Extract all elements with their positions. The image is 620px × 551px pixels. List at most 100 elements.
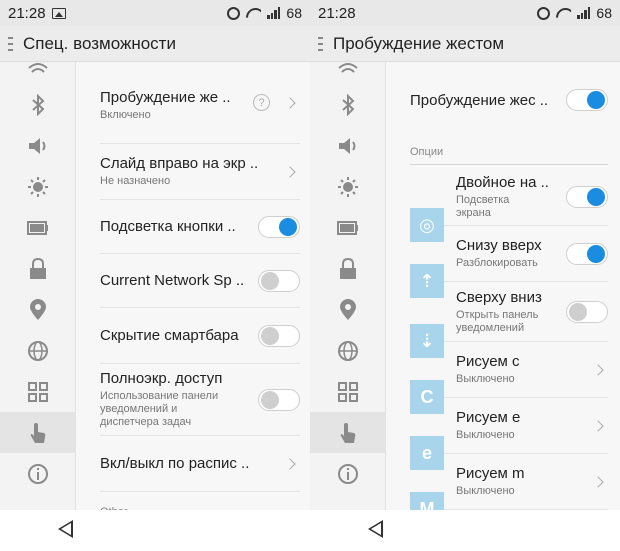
brightness-icon[interactable] (0, 166, 75, 207)
row-schedule-power[interactable]: Вкл/выкл по распис .. (100, 436, 300, 492)
left-screen: 21:28 68 Спец. возможности Пробуждение ж… (0, 0, 310, 510)
gesture-master-toggle[interactable] (566, 89, 608, 111)
back-icon[interactable] (58, 520, 73, 538)
option-subtitle: Открыть панель уведомлений (456, 308, 539, 334)
row-title: Подсветка кнопки .. (100, 218, 236, 235)
backlight-toggle[interactable] (258, 215, 300, 238)
row-slide-right[interactable]: Слайд вправо на экр .. Не назначено (100, 144, 300, 200)
option-title: Сверху вниз (456, 288, 542, 306)
row-title: Current Network Sp .. (100, 272, 245, 289)
navigation-bar (0, 510, 620, 551)
option-draw-m[interactable]: M Рисуем m Выключено (410, 454, 608, 510)
double-tap-toggle[interactable] (566, 185, 608, 208)
option-subtitle: Выключено (456, 373, 515, 385)
menu-icon[interactable] (8, 36, 13, 51)
option-draw-c[interactable]: C Рисуем c Выключено (410, 342, 608, 414)
grid-icon[interactable] (310, 371, 385, 412)
image-notification-icon (51, 7, 66, 19)
row-title: Слайд вправо на экр .. (100, 155, 259, 172)
option-subtitle: Выключено (456, 429, 515, 441)
status-bar: 21:28 68 (0, 0, 310, 26)
row-title: Полноэкр. доступ (100, 370, 223, 387)
option-title: Двойное на .. (456, 173, 549, 191)
chevron-right-icon (592, 363, 604, 376)
signal-icon (267, 7, 281, 19)
lock-icon[interactable] (310, 248, 385, 289)
location-icon[interactable] (0, 289, 75, 330)
row-fullscreen-access: Полноэкр. доступ Использование панели ув… (100, 364, 300, 436)
swipe-up-toggle[interactable] (566, 242, 608, 265)
row-title: Вкл/выкл по распис .. (100, 455, 250, 472)
row-network-speed: Current Network Sp .. (100, 254, 300, 308)
option-title: Снизу вверх (456, 237, 542, 254)
grid-icon[interactable] (0, 371, 75, 412)
option-swipe-down: ⇣ Сверху вниз Открыть панель уведомлений (410, 282, 608, 358)
row-title: Пробуждение жес .. (410, 91, 549, 109)
location-icon[interactable] (310, 289, 385, 330)
wifi-icon[interactable] (310, 62, 385, 84)
fullscreen-access-toggle[interactable] (258, 388, 300, 411)
option-swipe-up: ⇡ Снизу вверх Разблокировать (410, 226, 608, 298)
chevron-right-icon (284, 165, 296, 178)
globe-icon[interactable] (310, 330, 385, 371)
network-speed-toggle[interactable] (258, 269, 300, 292)
options-section-label: Опции (410, 146, 608, 165)
row-subtitle: Использование панели уведомлений и диспе… (100, 390, 219, 428)
bluetooth-icon[interactable] (0, 84, 75, 125)
status-time: 21:28 (318, 4, 356, 22)
title-bar: Пробуждение жестом (310, 26, 620, 62)
gesture-settings-content: Пробуждение жес .. Опции ◎ Двойное на ..… (386, 62, 620, 510)
row-title: Пробуждение же .. (100, 89, 231, 106)
option-title: Рисуем m (456, 465, 525, 482)
draw-m-icon: M (410, 492, 444, 510)
info-icon[interactable] (310, 453, 385, 494)
settings-content: Пробуждение же .. Включено ? Слайд вправ… (76, 62, 310, 510)
hand-icon[interactable] (0, 412, 75, 453)
chevron-right-icon (284, 457, 296, 470)
status-bar: 21:28 68 (310, 0, 620, 26)
back-icon[interactable] (368, 520, 383, 538)
wifi-status-icon (556, 8, 571, 19)
battery-level: 68 (596, 5, 612, 21)
option-subtitle: Выключено (456, 485, 515, 497)
right-screen: 21:28 68 Пробуждение жестом Пробуждение … (310, 0, 620, 510)
settings-sidebar (0, 62, 76, 510)
alarm-icon (537, 6, 551, 20)
battery-icon[interactable] (0, 207, 75, 248)
row-subtitle: Не назначено (100, 175, 171, 187)
row-gesture-wake[interactable]: Пробуждение же .. Включено ? (100, 62, 300, 144)
row-title: Скрытие смартбара (100, 327, 239, 344)
chevron-right-icon (592, 419, 604, 432)
hide-smartbar-toggle[interactable] (258, 324, 300, 347)
info-icon[interactable] (0, 453, 75, 494)
menu-icon[interactable] (318, 36, 323, 51)
option-double-tap: ◎ Двойное на .. Подсветка экрана (410, 168, 608, 242)
help-icon[interactable]: ? (253, 94, 270, 111)
swipe-down-toggle[interactable] (566, 300, 608, 323)
title-bar: Спец. возможности (0, 26, 310, 62)
sound-icon[interactable] (310, 125, 385, 166)
section-other-label: Other (100, 492, 310, 510)
page-title: Пробуждение жестом (333, 33, 505, 53)
option-title: Рисуем c (456, 353, 520, 370)
wifi-status-icon (246, 8, 261, 19)
option-title: Рисуем e (456, 409, 521, 426)
wifi-icon[interactable] (0, 62, 75, 84)
brightness-icon[interactable] (310, 166, 385, 207)
row-hide-smartbar: Скрытие смартбара (100, 308, 300, 364)
signal-icon (577, 7, 591, 19)
hand-icon[interactable] (310, 412, 385, 453)
bluetooth-icon[interactable] (310, 84, 385, 125)
battery-level: 68 (286, 5, 302, 21)
status-time: 21:28 (8, 4, 46, 22)
battery-icon[interactable] (310, 207, 385, 248)
option-draw-e[interactable]: e Рисуем e Выключено (410, 398, 608, 470)
page-title: Спец. возможности (23, 33, 176, 53)
lock-icon[interactable] (0, 248, 75, 289)
row-gesture-master: Пробуждение жес .. (410, 62, 608, 138)
row-button-backlight: Подсветка кнопки .. (100, 200, 300, 254)
globe-icon[interactable] (0, 330, 75, 371)
sound-icon[interactable] (0, 125, 75, 166)
row-subtitle: Включено (100, 109, 151, 121)
settings-sidebar (310, 62, 386, 510)
